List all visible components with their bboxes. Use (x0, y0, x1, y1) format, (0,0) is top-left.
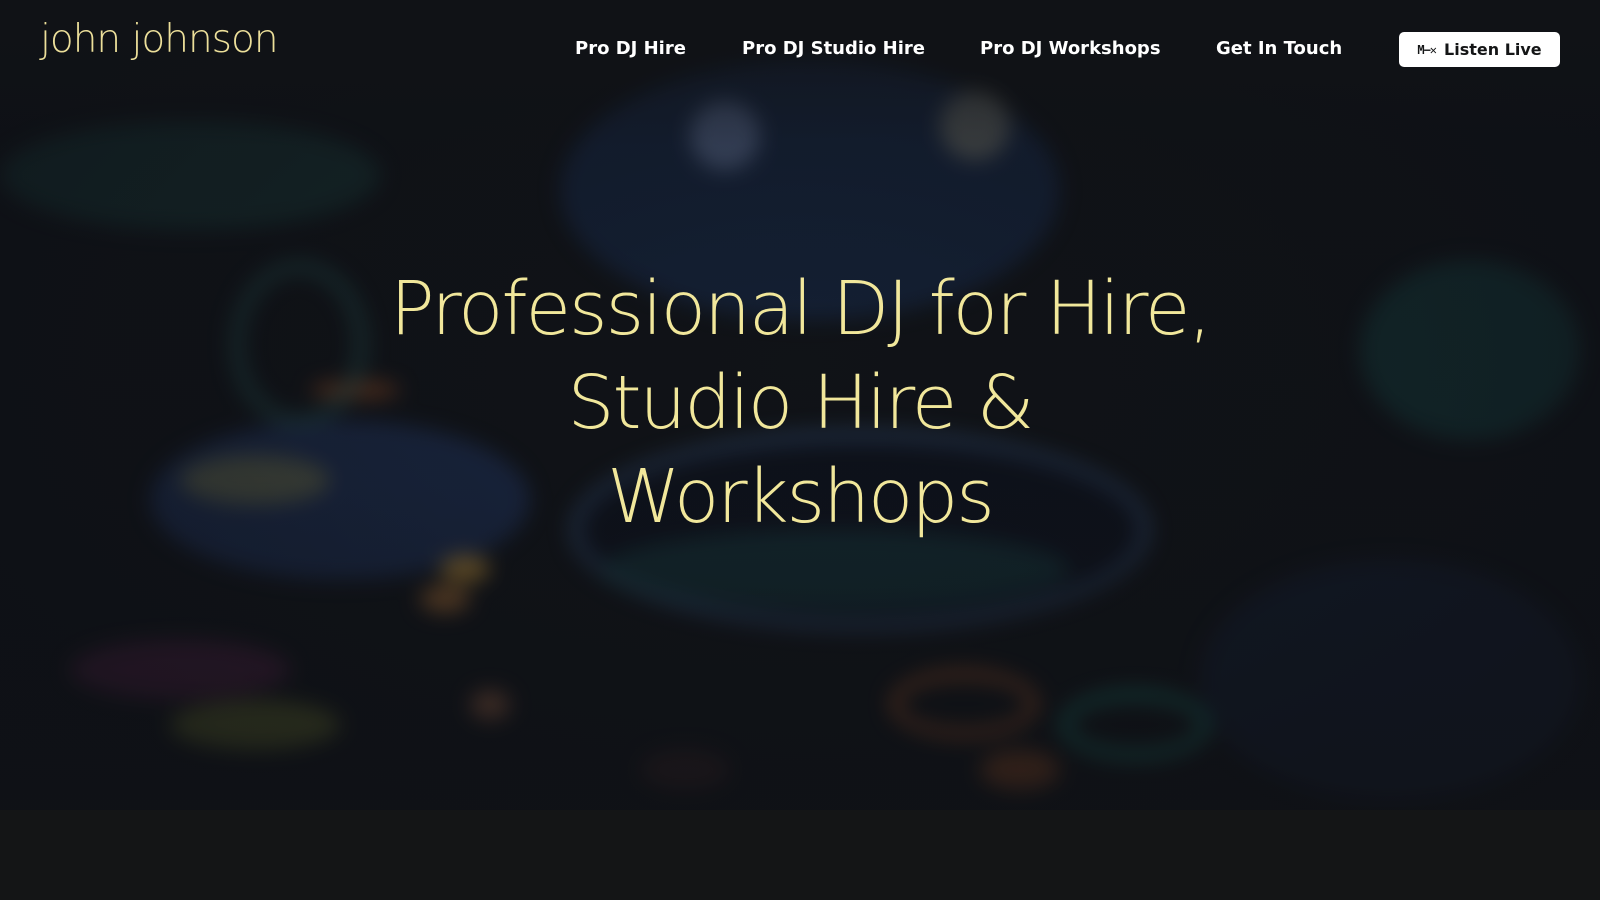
site-logo[interactable]: john johnson (40, 20, 279, 59)
listen-live-label: Listen Live (1444, 40, 1542, 59)
listen-live-button[interactable]: M−✕ Listen Live (1399, 32, 1560, 67)
hero-headline: Professional DJ for Hire, Studio Hire & … (300, 262, 1300, 544)
page-footer-band (0, 810, 1600, 900)
nav-link-pro-dj-hire[interactable]: Pro DJ Hire (575, 37, 686, 61)
nav-link-pro-dj-workshops[interactable]: Pro DJ Workshops (980, 37, 1161, 61)
nav-link-pro-dj-studio-hire[interactable]: Pro DJ Studio Hire (742, 37, 925, 61)
hero-headline-line: Professional DJ for Hire, (390, 266, 1212, 352)
page: john johnson Pro DJ Hire Pro DJ Studio H… (0, 0, 1600, 900)
nav-link-get-in-touch[interactable]: Get In Touch (1216, 37, 1342, 61)
hero-headline-line: Studio Hire & (567, 360, 1035, 446)
site-header: john johnson Pro DJ Hire Pro DJ Studio H… (0, 0, 1600, 96)
hero-headline-line: Workshops (607, 454, 995, 540)
mixcloud-icon: M−✕ (1417, 42, 1437, 57)
